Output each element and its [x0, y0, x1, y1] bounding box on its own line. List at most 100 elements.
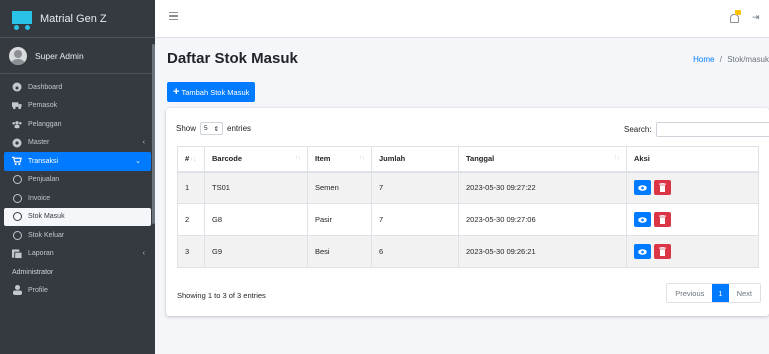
circle-icon [12, 212, 22, 222]
table-header-row: #↑↓ Barcode ↑↓ Item ↑↓ Jumlah Tanggal ↑↓ Ak… [177, 146, 759, 173]
sidebar-item-label: Dashboard [28, 83, 63, 91]
trash-icon [659, 215, 666, 224]
delete-button[interactable] [654, 180, 671, 196]
page-1-button[interactable]: 1 [712, 284, 729, 302]
bell-icon[interactable] [730, 14, 739, 23]
logout-icon[interactable]: ⇥ [752, 12, 760, 23]
sidebar-item-penjualan[interactable]: Penjualan [0, 171, 155, 190]
search-box: Search: [624, 122, 769, 137]
sidebar-item-profile[interactable]: Profile [0, 281, 155, 300]
cell-tanggal: 2023-05-30 09:26:21 [458, 235, 627, 268]
plus-icon: + [173, 85, 180, 98]
trash-icon [659, 183, 666, 193]
sidebar-item-dashboard[interactable]: Dashboard [0, 78, 155, 97]
eye-icon [638, 248, 647, 255]
trash-icon [659, 247, 666, 256]
circle-icon [12, 230, 22, 240]
sidebar-item-label: Laporan [28, 250, 54, 258]
cell-no: 3 [177, 235, 205, 268]
circle-icon [12, 193, 22, 203]
sidebar-nav: Dashboard Pemasok Pelanggan Master ‹ Tra… [0, 74, 155, 300]
sidebar-item-label: Profile [28, 286, 48, 294]
stock-table: #↑↓ Barcode ↑↓ Item ↑↓ Jumlah Tanggal ↑↓ Ak… [177, 146, 759, 268]
sidebar-item-laporan[interactable]: Laporan ‹ [0, 245, 155, 264]
truck-icon [12, 101, 22, 111]
col-item[interactable]: Item ↑↓ [307, 146, 372, 173]
sidebar-item-master[interactable]: Master ‹ [0, 134, 155, 153]
sidebar-item-label: Penjualan [28, 176, 60, 184]
brand[interactable]: Matrial Gen Z [0, 0, 155, 38]
sidebar-scrollbar[interactable] [152, 44, 155, 224]
sidebar-item-label: Pemasok [28, 102, 58, 110]
sidebar-item-label: Transaksi [28, 157, 59, 165]
previous-button[interactable]: Previous [667, 284, 712, 302]
chevron-down-icon: ⌄ [135, 158, 141, 165]
cell-item: Pasir [307, 203, 372, 236]
view-button[interactable] [634, 180, 651, 196]
eye-icon [638, 184, 647, 191]
stock-card: Show 5 ⇕ entries Search: #↑↓ Barcode ↑↓ I… [166, 108, 769, 316]
cell-aksi [626, 171, 759, 204]
breadcrumb: Home / Stok/masuk [693, 55, 769, 64]
col-aksi: Aksi [626, 146, 759, 173]
page-size-value: 5 [204, 125, 208, 132]
report-icon [12, 249, 22, 259]
chevron-left-icon: ‹ [142, 138, 145, 146]
cell-aksi [626, 235, 759, 268]
show-label: Show [176, 124, 197, 133]
delete-button[interactable] [654, 212, 671, 227]
sidebar-item-transaksi[interactable]: Transaksi ⌄ [4, 152, 151, 171]
cell-barcode: G8 [204, 203, 308, 236]
sidebar-item-pelanggan[interactable]: Pelanggan [0, 115, 155, 134]
menu-icon[interactable] [169, 12, 178, 22]
page-size-select[interactable]: 5 ⇕ [200, 122, 224, 135]
sort-icon: ↑↓ [614, 155, 620, 161]
table-row: 1 TS01 Semen 7 2023-05-30 09:27:22 [177, 171, 759, 204]
top-navbar: ⇥ [155, 0, 769, 38]
select-arrows-icon: ⇕ [213, 125, 220, 133]
notification-badge [735, 10, 741, 15]
view-button[interactable] [634, 244, 651, 259]
show-entries: Show 5 ⇕ entries [176, 122, 251, 135]
sidebar-item-label: Master [28, 139, 50, 147]
breadcrumb-home[interactable]: Home [693, 55, 714, 64]
table-row: 3 G9 Besi 6 2023-05-30 09:26:21 [177, 235, 759, 268]
user-icon [12, 285, 22, 296]
dashboard-icon [12, 82, 22, 92]
next-button[interactable]: Next [729, 284, 760, 302]
master-icon [12, 138, 22, 148]
sidebar-item-pemasok[interactable]: Pemasok [0, 97, 155, 116]
view-button[interactable] [634, 212, 651, 227]
sort-icon: ↑↓ [295, 155, 301, 161]
cell-jumlah: 7 [371, 203, 459, 236]
col-tanggal[interactable]: Tanggal ↑↓ [458, 146, 627, 173]
breadcrumb-current: Stok/masuk [727, 55, 769, 64]
search-input[interactable] [655, 122, 769, 137]
col-jumlah[interactable]: Jumlah [371, 146, 459, 173]
user-name: Super Admin [35, 50, 84, 61]
eye-icon [638, 216, 647, 223]
cell-item: Semen [307, 171, 372, 204]
col-barcode[interactable]: Barcode ↑↓ [204, 146, 308, 173]
col-no[interactable]: #↑↓ [177, 146, 205, 173]
add-stock-label: Tambah Stok Masuk [181, 87, 250, 97]
sidebar-item-invoice[interactable]: Invoice [0, 189, 155, 208]
breadcrumb-separator: / [719, 55, 722, 64]
delete-button[interactable] [654, 244, 671, 259]
sidebar-item-label: Stok Masuk [28, 213, 65, 221]
avatar [9, 46, 27, 65]
add-stock-button[interactable]: + Tambah Stok Masuk [167, 82, 256, 102]
sidebar-item-stok-masuk[interactable]: Stok Masuk [4, 207, 151, 226]
cell-no: 1 [177, 171, 205, 204]
sidebar-item-stok-keluar[interactable]: Stok Keluar [0, 226, 155, 245]
cart-icon [12, 156, 22, 166]
user-panel[interactable]: Super Admin [0, 38, 155, 74]
cell-barcode: TS01 [204, 171, 308, 204]
cell-no: 2 [177, 203, 205, 236]
cell-item: Besi [307, 235, 372, 268]
users-icon [12, 119, 22, 129]
cell-aksi [626, 203, 759, 236]
search-label: Search: [624, 125, 652, 134]
cell-tanggal: 2023-05-30 09:27:06 [458, 203, 627, 236]
sidebar: Matrial Gen Z Super Admin Dashboard Pema… [0, 0, 155, 354]
